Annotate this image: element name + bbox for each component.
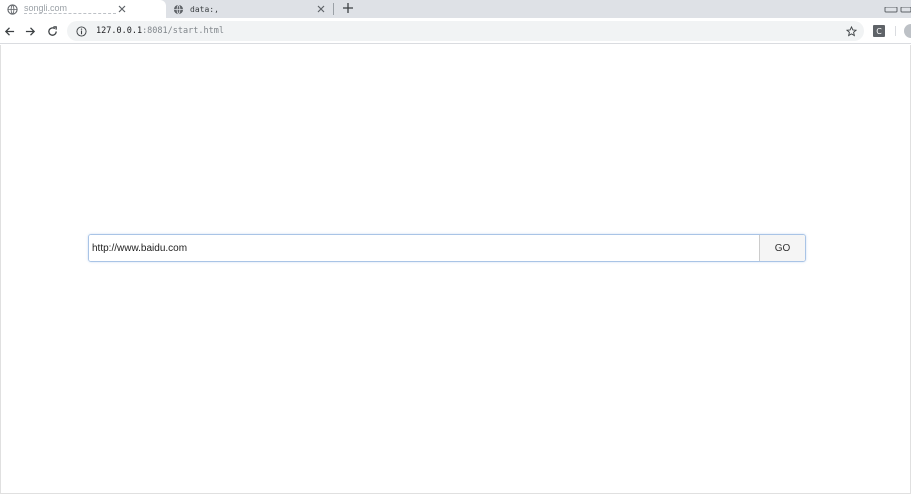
- info-icon[interactable]: [74, 24, 88, 38]
- url-input[interactable]: [89, 235, 759, 261]
- tab-strip: songli.com data:,: [0, 0, 911, 18]
- address-bar[interactable]: 127.0.0.1:8081/start.html: [67, 21, 864, 41]
- globe-icon: [7, 3, 18, 15]
- url-form: GO: [88, 234, 806, 262]
- restore-window-button[interactable]: [900, 0, 911, 13]
- arrow-left-icon: [4, 26, 14, 36]
- arrow-right-icon: [25, 26, 35, 36]
- reload-button[interactable]: [43, 22, 61, 40]
- close-icon[interactable]: [315, 3, 327, 15]
- profile-avatar[interactable]: [904, 24, 911, 38]
- browser-toolbar: 127.0.0.1:8081/start.html C: [0, 18, 911, 44]
- tab-active[interactable]: songli.com: [0, 0, 166, 18]
- globe-icon: [173, 4, 184, 15]
- toolbar-separator: [895, 26, 896, 36]
- close-icon[interactable]: [116, 3, 128, 15]
- tab-divider: [333, 3, 334, 15]
- new-tab-button[interactable]: [340, 0, 356, 16]
- address-url: 127.0.0.1:8081/start.html: [96, 26, 224, 36]
- star-icon[interactable]: [844, 24, 858, 38]
- page-content: GO: [0, 45, 911, 494]
- tab-inactive[interactable]: data:,: [166, 0, 333, 18]
- forward-button[interactable]: [21, 22, 39, 40]
- url-path: :8081/start.html: [142, 26, 224, 36]
- tab-title: songli.com: [24, 4, 116, 14]
- tab-title: data:,: [190, 4, 219, 14]
- go-button[interactable]: GO: [759, 235, 805, 261]
- back-button[interactable]: [0, 22, 18, 40]
- reload-icon: [47, 25, 57, 36]
- minimize-window-button[interactable]: [884, 0, 898, 13]
- url-host: 127.0.0.1: [96, 26, 143, 36]
- plus-icon: [343, 3, 353, 13]
- extension-button[interactable]: C: [873, 25, 885, 37]
